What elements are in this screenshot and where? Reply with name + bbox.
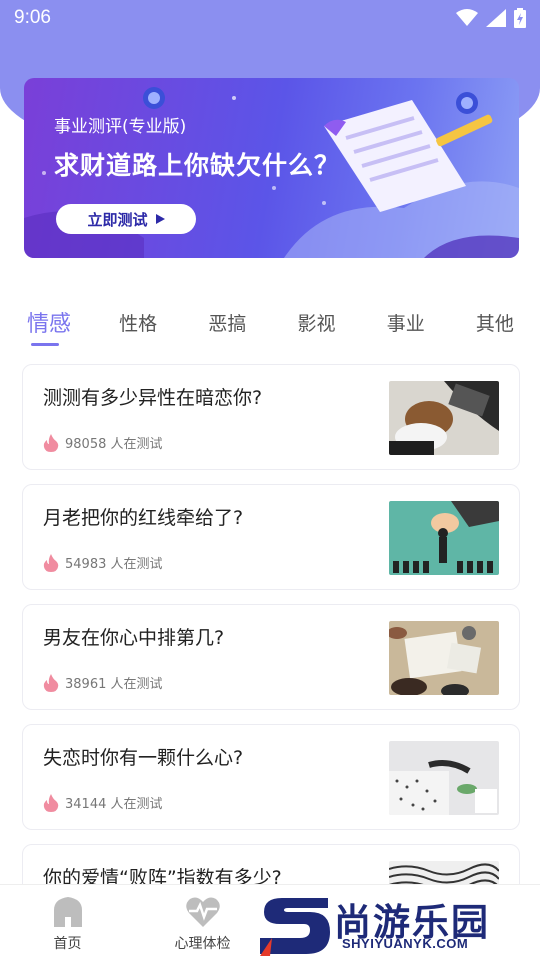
watermark-logo bbox=[260, 898, 330, 956]
nav-home[interactable]: 首页 bbox=[0, 885, 135, 960]
test-count: 98058 人在测试 bbox=[43, 433, 163, 452]
test-list: 测测有多少异性在暗恋你? 98058 人在测试 月老把你的红线牵给了? 5498… bbox=[22, 364, 520, 960]
nav-home-label: 首页 bbox=[53, 936, 82, 952]
category-tabs: 情感 性格 恶搞 影视 事业 其他 bbox=[22, 306, 522, 346]
test-title: 测测有多少异性在暗恋你? bbox=[43, 387, 263, 409]
test-card[interactable]: 男友在你心中排第几? 38961 人在测试 bbox=[22, 604, 520, 710]
banner-title: 求财道路上你缺欠什么？ bbox=[54, 151, 341, 180]
test-count: 54983 人在测试 bbox=[43, 553, 163, 572]
test-count: 34144 人在测试 bbox=[43, 793, 163, 812]
tab-personality[interactable]: 性格 bbox=[111, 309, 165, 342]
test-card[interactable]: 测测有多少异性在暗恋你? 98058 人在测试 bbox=[22, 364, 520, 470]
tab-other[interactable]: 其他 bbox=[468, 309, 522, 342]
tab-emotion[interactable]: 情感 bbox=[22, 306, 76, 346]
test-card[interactable]: 失恋时你有一颗什么心? 34144 人在测试 bbox=[22, 724, 520, 830]
tab-funny[interactable]: 恶搞 bbox=[200, 309, 254, 342]
test-thumbnail bbox=[389, 621, 499, 695]
test-count-label: 38961 人在测试 bbox=[65, 677, 163, 692]
signal-icon bbox=[486, 9, 506, 27]
battery-icon bbox=[514, 8, 526, 28]
status-bar: 9:06 bbox=[0, 0, 540, 36]
test-count-label: 98058 人在测试 bbox=[65, 437, 163, 452]
test-thumbnail bbox=[389, 501, 499, 575]
promo-banner[interactable]: 事业测评(专业版) 求财道路上你缺欠什么？ 立即测试 bbox=[24, 78, 519, 258]
start-test-button[interactable]: 立即测试 bbox=[56, 204, 196, 234]
test-card[interactable]: 月老把你的红线牵给了? 54983 人在测试 bbox=[22, 484, 520, 590]
tab-career[interactable]: 事业 bbox=[379, 309, 433, 342]
flame-icon bbox=[43, 433, 59, 452]
status-icons bbox=[456, 8, 526, 28]
test-count-label: 54983 人在测试 bbox=[65, 557, 163, 572]
test-count-label: 34144 人在测试 bbox=[65, 797, 163, 812]
start-test-label: 立即测试 bbox=[87, 211, 148, 229]
tab-movies[interactable]: 影视 bbox=[290, 309, 344, 342]
wifi-icon bbox=[456, 9, 478, 26]
flame-icon bbox=[43, 553, 59, 572]
watermark-url: SHYIYUANYK.COM bbox=[342, 936, 469, 951]
test-thumbnail bbox=[389, 741, 499, 815]
flame-icon bbox=[43, 793, 59, 812]
test-title: 男友在你心中排第几? bbox=[43, 627, 225, 649]
home-icon bbox=[53, 897, 82, 927]
test-title: 月老把你的红线牵给了? bbox=[43, 507, 244, 529]
flame-icon bbox=[43, 673, 59, 692]
nav-psych-checkup[interactable]: 心理体检 bbox=[135, 885, 270, 960]
test-count: 38961 人在测试 bbox=[43, 673, 163, 692]
banner-subtitle: 事业测评(专业版) bbox=[54, 117, 187, 137]
test-thumbnail bbox=[389, 381, 499, 455]
site-watermark: 尚游乐园 SHYIYUANYK.COM bbox=[258, 890, 540, 960]
heartbeat-icon bbox=[185, 897, 220, 927]
status-time: 9:06 bbox=[14, 7, 51, 28]
test-title: 失恋时你有一颗什么心? bbox=[43, 747, 244, 769]
play-arrow-icon bbox=[155, 214, 165, 224]
nav-psych-checkup-label: 心理体检 bbox=[174, 936, 231, 952]
